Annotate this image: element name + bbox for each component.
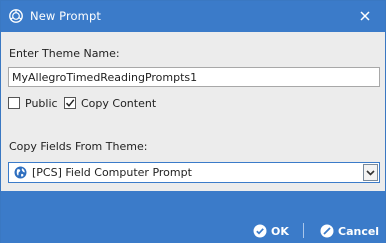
- dialog-body: Enter Theme Name: Public Copy Content Co…: [1, 32, 385, 191]
- ok-button[interactable]: OK: [253, 223, 289, 239]
- chevron-down-icon[interactable]: [363, 164, 378, 181]
- check-circle-icon: [253, 224, 267, 238]
- copy-fields-select[interactable]: [PCS] Field Computer Prompt: [8, 162, 380, 183]
- globe-icon: [14, 166, 27, 179]
- close-icon[interactable]: [358, 9, 372, 23]
- public-checkbox-label: Public: [25, 96, 58, 110]
- copy-fields-selected-value: [PCS] Field Computer Prompt: [32, 166, 192, 179]
- dialog-title: New Prompt: [30, 9, 101, 23]
- new-prompt-dialog: New Prompt Enter Theme Name: Public Copy…: [0, 0, 386, 243]
- title-bar: New Prompt: [1, 1, 385, 32]
- public-checkbox-row[interactable]: Public: [8, 96, 58, 110]
- checkmark-icon: [65, 99, 75, 107]
- cancel-button[interactable]: Cancel: [320, 223, 379, 239]
- prompt-app-icon: [9, 9, 23, 23]
- copy-fields-label: Copy Fields From Theme:: [9, 140, 148, 153]
- copy-content-checkbox-row[interactable]: Copy Content: [64, 96, 156, 110]
- cancel-circle-icon: [320, 224, 334, 238]
- copy-content-checkbox-label: Copy Content: [81, 96, 157, 110]
- public-checkbox[interactable]: [8, 97, 20, 109]
- ok-label: OK: [271, 224, 289, 238]
- cancel-label: Cancel: [338, 224, 380, 238]
- copy-content-checkbox[interactable]: [64, 97, 76, 109]
- theme-name-input[interactable]: [8, 67, 380, 87]
- footer-divider: [303, 223, 304, 238]
- dialog-footer: OK Cancel: [1, 191, 385, 243]
- theme-name-label: Enter Theme Name:: [9, 47, 120, 60]
